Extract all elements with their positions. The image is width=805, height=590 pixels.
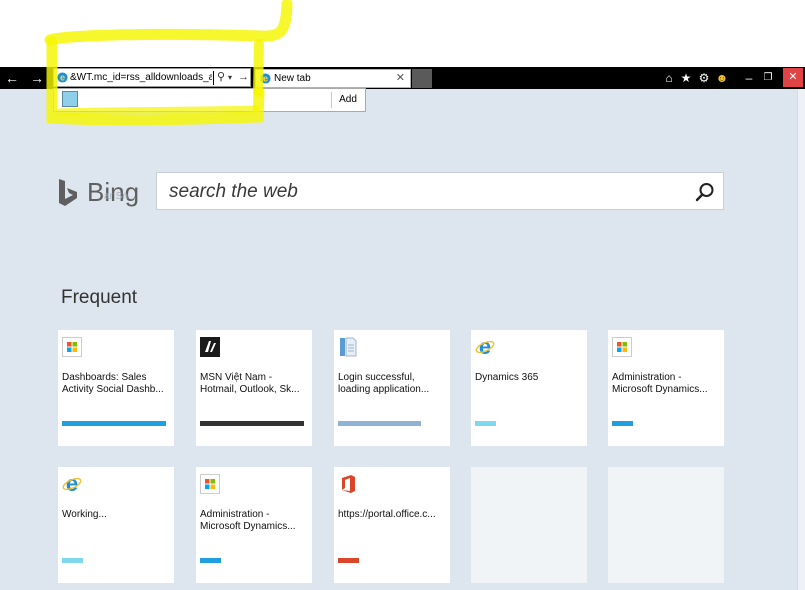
- bing-logo-icon: [59, 179, 77, 206]
- search-icon[interactable]: [694, 181, 716, 203]
- forward-arrow-icon[interactable]: →: [27, 67, 47, 89]
- address-bar[interactable]: e &WT.mc_id=rss_alldownloads_all ⚲ ▾ →: [53, 68, 251, 87]
- frequent-tile[interactable]: https://portal.office.c...: [334, 467, 450, 583]
- internet-explorer-icon: e: [475, 337, 495, 357]
- back-arrow-icon[interactable]: ←: [2, 67, 22, 89]
- microsoft-logo-icon: [62, 337, 82, 357]
- favorites-star-icon[interactable]: ★: [679, 67, 693, 89]
- close-tab-icon[interactable]: ✕: [396, 72, 405, 85]
- tile-title: Login successful, loading application...: [338, 372, 430, 395]
- search-provider-icon[interactable]: [62, 91, 78, 107]
- tab-new-tab[interactable]: e New tab ✕: [255, 69, 411, 88]
- tile-title: Administration - Microsoft Dynamics...: [612, 372, 708, 395]
- tile-activity-bar: [612, 421, 633, 426]
- microsoft-logo-icon: [612, 337, 632, 357]
- tab-label: New tab: [274, 73, 311, 84]
- msn-butterfly-icon: [200, 337, 220, 357]
- tile-title: Dashboards: Sales Activity Social Dashb.…: [62, 372, 164, 395]
- frequent-tile[interactable]: Login successful, loading application...: [334, 330, 450, 446]
- svg-text:e: e: [263, 74, 268, 84]
- browser-toolbar: ← → e &WT.mc_id=rss_alldownloads_all ⚲ ▾…: [0, 67, 805, 89]
- tile-activity-bar: [200, 558, 221, 563]
- bing-ghost-text: ar Sn...: [104, 191, 137, 202]
- home-icon[interactable]: ⌂: [662, 67, 676, 89]
- tile-activity-bar: [338, 558, 359, 563]
- empty-tile[interactable]: [471, 467, 587, 583]
- frequent-tile[interactable]: e Working...: [58, 467, 174, 583]
- address-url-text: &WT.mc_id=rss_alldownloads_all: [70, 72, 212, 83]
- new-tab-button[interactable]: [412, 69, 432, 88]
- frequent-tile[interactable]: Administration - Microsoft Dynamics...: [196, 467, 312, 583]
- frequent-tile[interactable]: Dashboards: Sales Activity Social Dashb.…: [58, 330, 174, 446]
- tile-activity-bar: [475, 421, 496, 426]
- text-caret: [213, 71, 214, 85]
- add-search-provider-button[interactable]: Add: [333, 92, 363, 108]
- office-icon: [342, 475, 355, 493]
- tile-activity-bar: [200, 421, 304, 426]
- tile-activity-bar: [62, 558, 83, 563]
- document-icon: [340, 337, 357, 357]
- microsoft-logo-icon: [200, 474, 220, 494]
- bing-search-box[interactable]: search the web: [156, 172, 724, 210]
- tile-title: MSN Việt Nam - Hotmail, Outlook, Sk...: [200, 372, 300, 395]
- tile-activity-bar: [62, 421, 166, 426]
- divider: [331, 92, 332, 108]
- internet-explorer-icon: e: [57, 72, 68, 83]
- frequent-tile[interactable]: MSN Việt Nam - Hotmail, Outlook, Sk...: [196, 330, 312, 446]
- tile-title: Dynamics 365: [475, 372, 539, 383]
- window-close-button[interactable]: ✕: [783, 68, 803, 87]
- gear-icon[interactable]: ⚙: [697, 67, 711, 89]
- internet-explorer-icon: e: [260, 73, 271, 84]
- tile-title: https://portal.office.c...: [338, 509, 436, 520]
- tile-title: Working...: [62, 509, 107, 520]
- tile-title: Administration - Microsoft Dynamics...: [200, 509, 296, 532]
- restore-icon[interactable]: ❐: [761, 67, 775, 89]
- frequent-tile[interactable]: e Dynamics 365: [471, 330, 587, 446]
- internet-explorer-icon: e: [62, 474, 82, 494]
- dropdown-arrow-icon[interactable]: ▾: [228, 70, 232, 85]
- search-placeholder: search the web: [169, 181, 298, 202]
- minimize-icon[interactable]: –: [743, 67, 755, 89]
- svg-text:e: e: [60, 73, 65, 83]
- address-autocomplete-dropdown: Add: [53, 88, 366, 112]
- tile-activity-bar: [338, 421, 421, 426]
- search-icon[interactable]: ⚲: [217, 70, 225, 85]
- frequent-heading: Frequent: [61, 287, 138, 308]
- svg-text:e: e: [479, 337, 491, 357]
- smiley-feedback-icon[interactable]: ☻: [715, 67, 729, 89]
- frequent-tile[interactable]: Administration - Microsoft Dynamics...: [608, 330, 724, 446]
- empty-tile[interactable]: [608, 467, 724, 583]
- scrollbar[interactable]: [797, 89, 805, 590]
- svg-text:e: e: [66, 474, 78, 494]
- go-arrow-icon[interactable]: →: [238, 70, 249, 85]
